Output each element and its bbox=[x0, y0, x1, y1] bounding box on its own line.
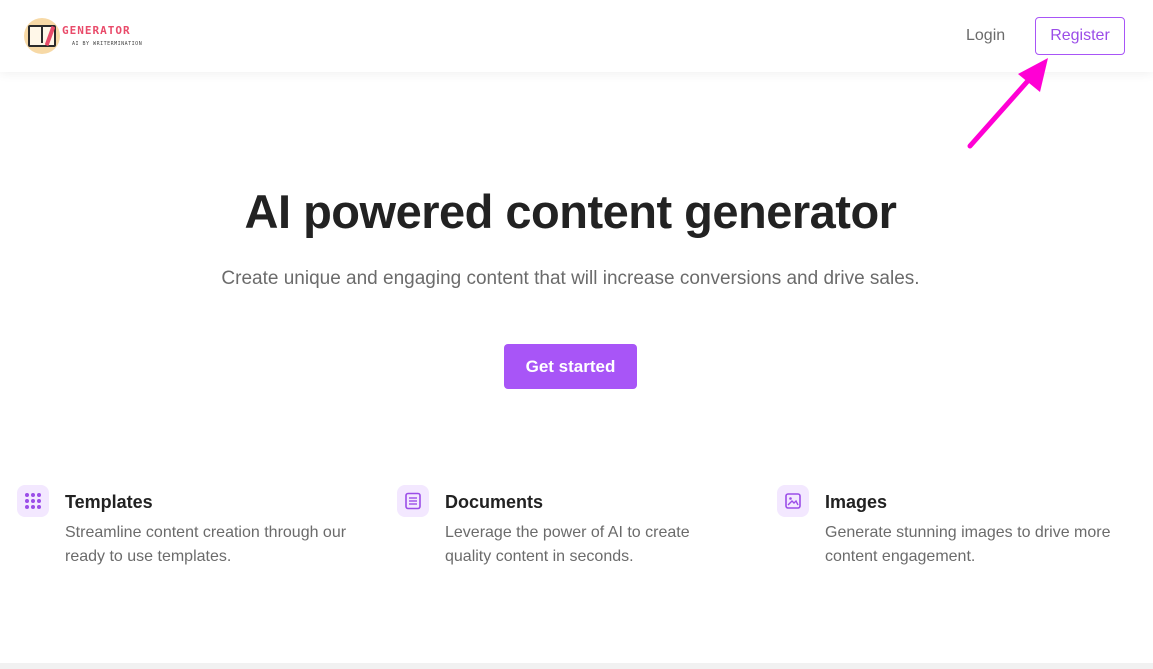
feature-description: Generate stunning images to drive more c… bbox=[825, 524, 1111, 565]
feature-description: Streamline content creation through our … bbox=[65, 524, 347, 565]
hero-subtitle: Create unique and engaging content that … bbox=[221, 268, 920, 289]
book-icon bbox=[24, 18, 60, 54]
footer-divider bbox=[0, 663, 1153, 669]
login-link[interactable]: Login bbox=[966, 22, 1005, 50]
feature-title: Templates bbox=[65, 492, 153, 512]
document-icon bbox=[397, 485, 429, 517]
feature-title: Images bbox=[825, 492, 888, 512]
feature-title: Documents bbox=[445, 492, 544, 512]
image-icon bbox=[777, 485, 809, 517]
register-button[interactable]: Register bbox=[1035, 17, 1125, 55]
brand-logo[interactable]: GENERATOR AI BY WRITERMINATION bbox=[24, 18, 144, 54]
feature-templates: Templates Streamline content creation th… bbox=[17, 485, 357, 575]
feature-documents: Documents Leverage the power of AI to cr… bbox=[397, 485, 737, 575]
feature-images: Images Generate stunning images to drive… bbox=[777, 485, 1117, 575]
feature-description: Leverage the power of AI to create quali… bbox=[445, 524, 690, 565]
get-started-button[interactable]: Get started bbox=[504, 344, 637, 389]
hero-title: AI powered content generator bbox=[244, 185, 897, 238]
annotation-arrow-icon bbox=[967, 58, 1048, 149]
logo-title: GENERATOR bbox=[62, 24, 131, 37]
logo-subtitle: AI BY WRITERMINATION bbox=[72, 41, 143, 47]
grid-icon bbox=[17, 485, 49, 517]
